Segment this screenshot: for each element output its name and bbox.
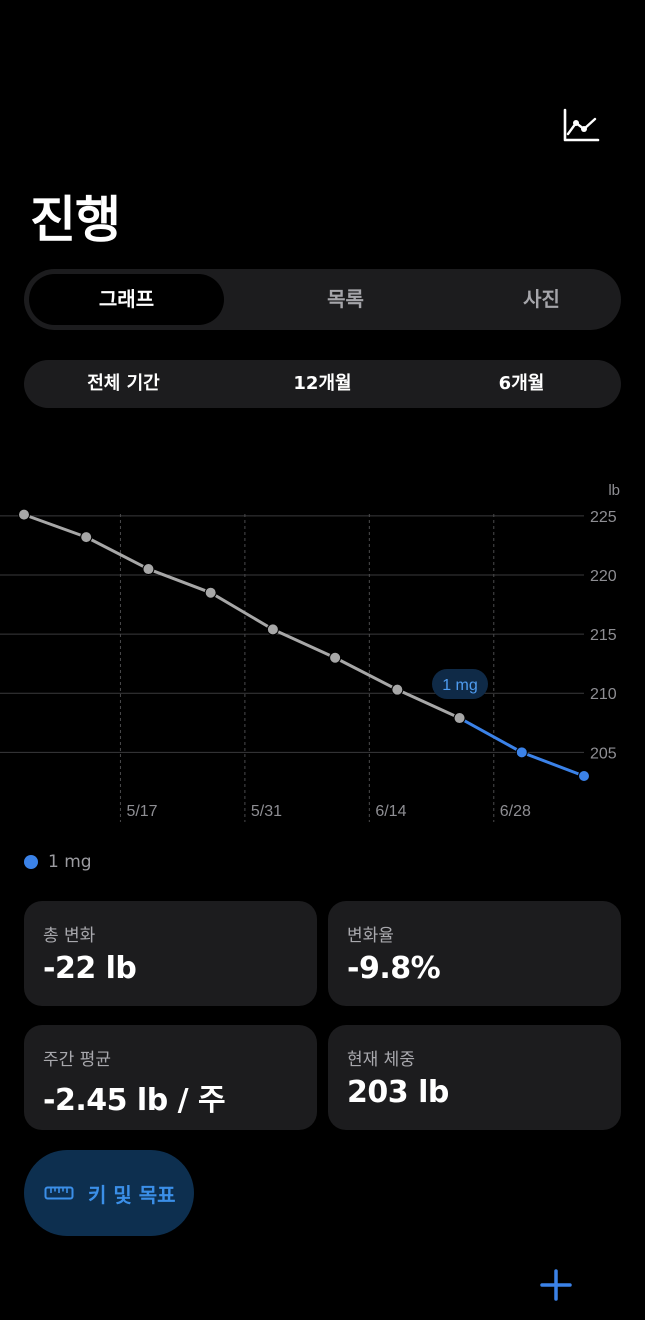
range-selector: 전체 기간 12개월 6개월 bbox=[24, 360, 621, 408]
page-title: 진행 bbox=[30, 191, 121, 249]
legend-label: 1 mg bbox=[48, 852, 92, 872]
stat-label: 주간 평균 bbox=[43, 1050, 111, 1070]
stat-card-current-weight: 현재 체중 203 lb bbox=[328, 1025, 621, 1130]
stat-label: 현재 체중 bbox=[347, 1050, 415, 1070]
stat-card-weekly-average: 주간 평균 -2.45 lb / 주 bbox=[24, 1025, 317, 1130]
height-and-goals-label: 키 및 목표 bbox=[88, 1182, 176, 1207]
y-tick-label: 225 bbox=[590, 509, 617, 526]
stat-value: -9.8% bbox=[347, 951, 441, 986]
view-segmented-control: 그래프 목록 사진 bbox=[24, 269, 621, 330]
legend-swatch bbox=[24, 855, 38, 869]
plus-icon[interactable] bbox=[536, 1265, 576, 1305]
tab-photos[interactable]: 사진 bbox=[444, 269, 639, 330]
y-tick-label: 215 bbox=[590, 627, 617, 644]
stat-value: -2.45 lb / 주 bbox=[43, 1083, 226, 1118]
data-point bbox=[142, 563, 155, 576]
data-point bbox=[578, 770, 590, 782]
stat-label: 총 변화 bbox=[43, 926, 96, 946]
data-point bbox=[329, 651, 342, 664]
stat-card-change-rate: 변화율 -9.8% bbox=[328, 901, 621, 1006]
data-point bbox=[80, 531, 93, 544]
data-point bbox=[453, 712, 466, 725]
stat-value: 203 lb bbox=[347, 1075, 449, 1110]
y-tick-label: 205 bbox=[590, 745, 617, 762]
x-tick-label: 6/14 bbox=[375, 803, 406, 820]
ruler-icon bbox=[44, 1185, 74, 1201]
data-point bbox=[204, 586, 217, 599]
stat-value: -22 lb bbox=[43, 951, 137, 986]
height-and-goals-button[interactable]: 키 및 목표 bbox=[24, 1150, 194, 1236]
data-point bbox=[266, 623, 279, 636]
x-tick-label: 6/28 bbox=[500, 803, 531, 820]
data-point bbox=[18, 508, 30, 521]
line-chart-icon[interactable] bbox=[560, 106, 602, 146]
x-tick-label: 5/31 bbox=[251, 803, 282, 820]
data-point bbox=[391, 683, 404, 696]
weight-chart[interactable]: lb 225 220 215 210 205 5/17 5/31 6/14 6/28 1 mg bbox=[0, 470, 645, 830]
y-tick-label: 210 bbox=[590, 686, 617, 703]
range-12-months[interactable]: 12개월 bbox=[223, 360, 422, 408]
data-point bbox=[515, 746, 528, 759]
annotation-label: 1 mg bbox=[442, 677, 478, 694]
x-tick-label: 5/17 bbox=[126, 803, 157, 820]
chart-legend: 1 mg bbox=[24, 850, 92, 874]
y-axis-unit: lb bbox=[608, 482, 620, 499]
tab-list[interactable]: 목록 bbox=[248, 269, 443, 330]
range-all[interactable]: 전체 기간 bbox=[24, 360, 223, 408]
range-6-months[interactable]: 6개월 bbox=[422, 360, 621, 408]
stat-label: 변화율 bbox=[347, 926, 394, 946]
stat-card-total-change: 총 변화 -22 lb bbox=[24, 901, 317, 1006]
tab-graph[interactable]: 그래프 bbox=[29, 274, 224, 325]
y-tick-label: 220 bbox=[590, 568, 617, 585]
